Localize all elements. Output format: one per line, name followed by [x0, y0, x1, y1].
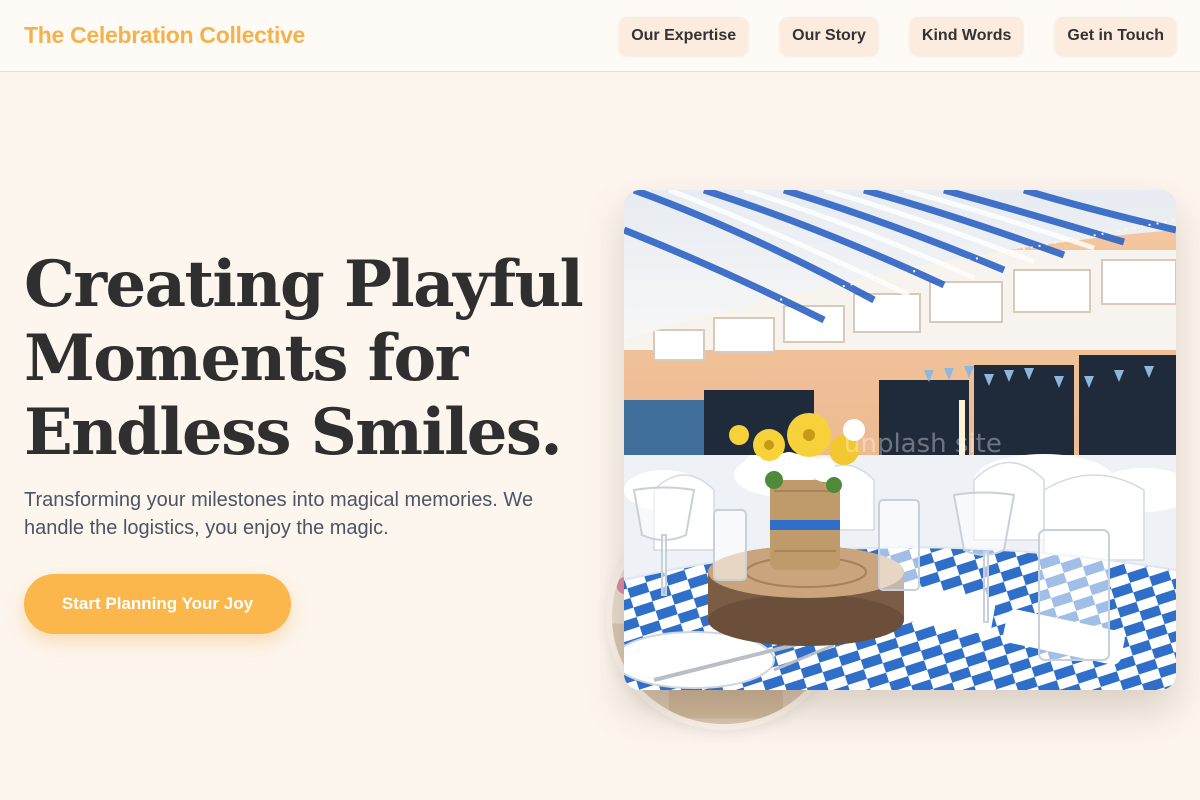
hero-title-line-1: Creating Playful: [24, 247, 584, 322]
nav-link-get-in-touch[interactable]: Get in Touch: [1055, 16, 1176, 55]
top-navbar: The Celebration Collective Our Expertise…: [0, 0, 1200, 72]
hero-title-line-2: Moments for: [24, 321, 468, 396]
nav-link-kind-words[interactable]: Kind Words: [909, 16, 1024, 55]
hero-subtitle: Transforming your milestones into magica…: [24, 489, 534, 539]
hero-title: Creating Playful Moments for Endless Smi…: [24, 248, 604, 470]
nav-links: Our Expertise Our Story Kind Words Get i…: [619, 16, 1176, 55]
nav-link-our-story[interactable]: Our Story: [780, 16, 878, 55]
banquet-hall-photo: unplash site: [624, 190, 1176, 690]
hero-banquet-image: unplash site: [624, 190, 1176, 690]
start-planning-button[interactable]: Start Planning Your Joy: [24, 574, 291, 634]
brand-logo-text[interactable]: The Celebration Collective: [24, 22, 305, 49]
hero-title-line-3: Endless Smiles.: [24, 395, 563, 470]
svg-text:unplash site: unplash site: [844, 429, 1002, 459]
nav-link-our-expertise[interactable]: Our Expertise: [619, 16, 749, 55]
